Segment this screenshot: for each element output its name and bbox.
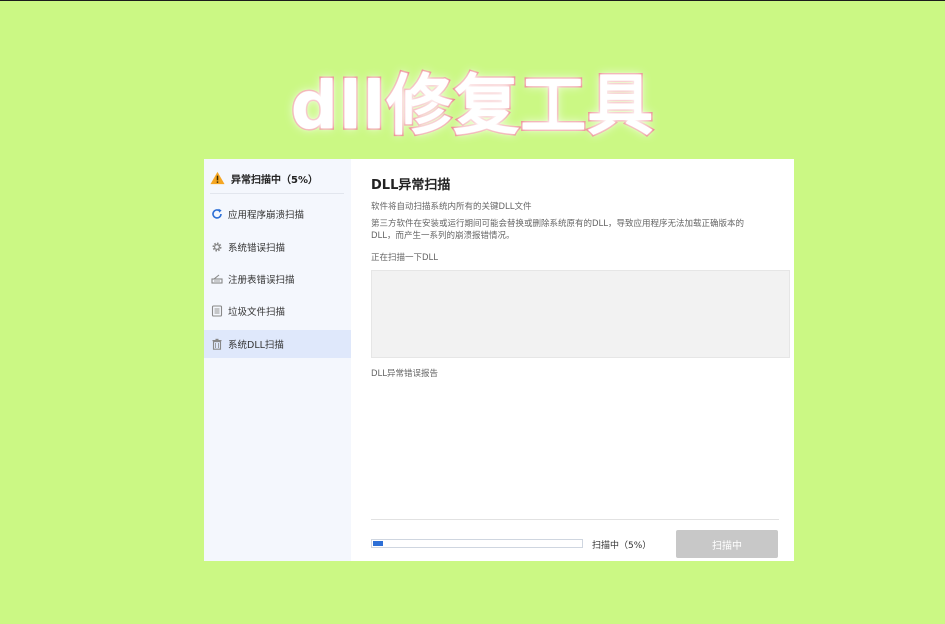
sidebar-item-label: 应用程序崩溃扫描 [228, 210, 305, 221]
progress-text: 扫描中（5%） [592, 541, 652, 551]
report-label: DLL异常错误报告 [371, 369, 439, 379]
bottom-divider [371, 519, 779, 520]
description-line-3: DLL，而产生一系列的崩溃报错情况。 [371, 231, 515, 241]
sidebar-item-label: 注册表错误扫描 [228, 275, 295, 286]
sidebar-divider [210, 193, 344, 194]
registry-icon [211, 274, 223, 284]
scan-status-label: 异常扫描中（5%） [231, 174, 318, 186]
sidebar-item-label: 系统DLL扫描 [228, 340, 284, 351]
file-icon [211, 305, 223, 317]
sidebar-item-system-error-scan[interactable]: 系统错误扫描 [204, 233, 351, 261]
app-window: 异常扫描中（5%） 应用程序崩溃扫描 系统错误扫描 注册表错误扫描 垃圾文件扫描… [204, 159, 794, 561]
sidebar: 异常扫描中（5%） 应用程序崩溃扫描 系统错误扫描 注册表错误扫描 垃圾文件扫描… [204, 159, 351, 561]
sidebar-item-label: 系统错误扫描 [228, 243, 286, 254]
refresh-icon [212, 208, 222, 219]
scan-log-box[interactable] [371, 270, 790, 358]
gear-icon [212, 242, 222, 252]
sidebar-item-label: 垃圾文件扫描 [228, 307, 286, 318]
scanning-label: 正在扫描一下DLL [371, 253, 439, 263]
sidebar-item-registry-scan[interactable]: 注册表错误扫描 [204, 265, 351, 293]
progress-fill [373, 541, 383, 546]
banner-title: dll修复工具 [289, 66, 655, 146]
scan-button[interactable]: 扫描中 [676, 530, 778, 558]
sidebar-item-junk-file-scan[interactable]: 垃圾文件扫描 [204, 297, 351, 325]
description-line-1: 软件将自动扫描系统内所有的关键DLL文件 [371, 202, 532, 212]
warning-icon [210, 171, 225, 185]
sidebar-item-system-dll-scan[interactable]: 系统DLL扫描 [204, 330, 351, 358]
progress-bar [371, 539, 583, 548]
sidebar-item-app-crash-scan[interactable]: 应用程序崩溃扫描 [204, 200, 351, 228]
top-border-line [0, 0, 945, 1]
main-content: DLL异常扫描 软件将自动扫描系统内所有的关键DLL文件 第三方软件在安装或运行… [351, 159, 794, 561]
scan-status: 异常扫描中（5%） [210, 167, 318, 189]
trash-icon [212, 338, 222, 350]
description-line-2: 第三方软件在安装或运行期间可能会替换或删除系统原有的DLL，导致应用程序无法加载… [371, 219, 745, 229]
page-title: DLL异常扫描 [371, 178, 451, 193]
